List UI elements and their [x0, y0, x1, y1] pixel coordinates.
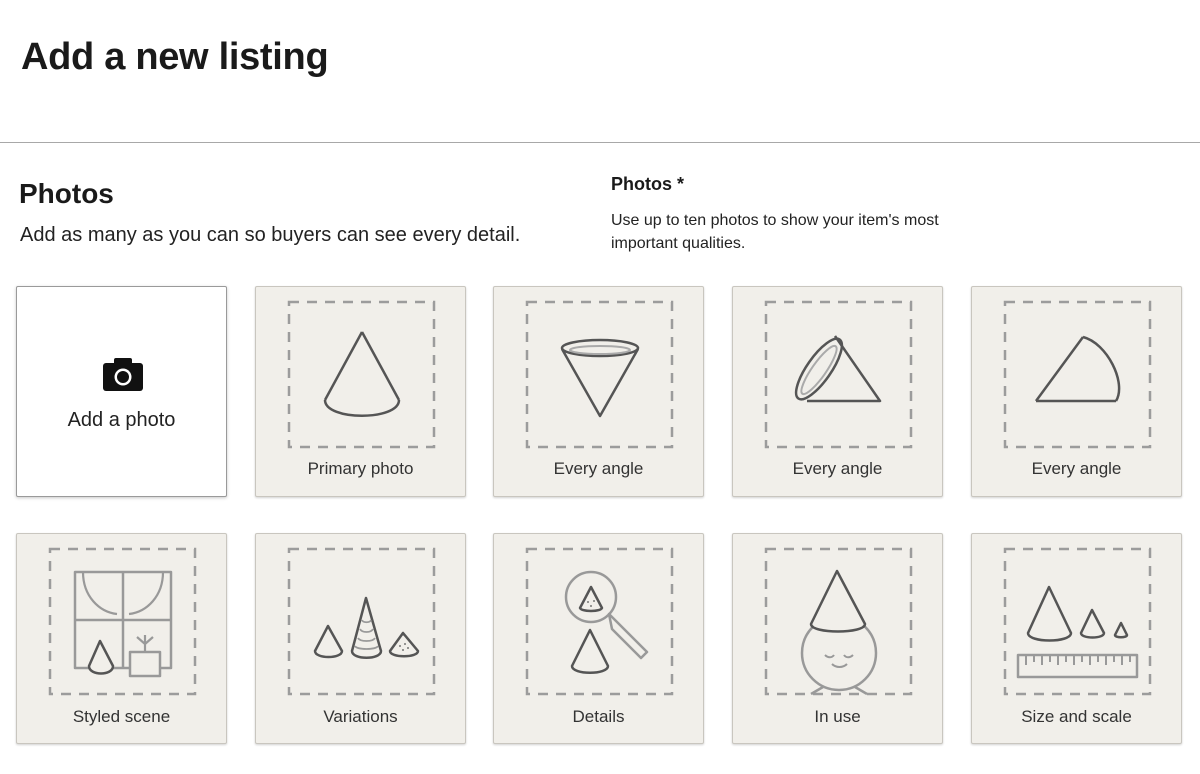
slot-label: Details	[572, 707, 625, 726]
cone-upright-icon	[323, 331, 401, 417]
slot-label: Every angle	[792, 459, 883, 478]
photo-slot-angle-3[interactable]: Every angle	[971, 286, 1182, 497]
photo-slot-primary[interactable]: Primary photo	[255, 286, 466, 497]
slot-label: Styled scene	[72, 707, 171, 726]
cone-hat-face-icon	[800, 569, 878, 696]
cone-variations-icon	[313, 596, 420, 659]
photos-section-subtitle: Add as many as you can so buyers can see…	[20, 224, 521, 246]
cone-inverted-icon	[560, 338, 640, 418]
slot-label: Every angle	[1031, 459, 1122, 478]
photo-slot-in-use[interactable]: In use	[732, 533, 943, 744]
add-photo-button[interactable]: Add a photo	[16, 286, 227, 497]
add-photo-label: Add a photo	[67, 409, 176, 431]
cone-side-icon	[1034, 335, 1121, 403]
slot-label: Every angle	[553, 459, 644, 478]
slot-label: In use	[814, 707, 861, 726]
magnifier-detail-icon	[564, 570, 649, 674]
photo-slot-angle-1[interactable]: Every angle	[493, 286, 704, 497]
slot-label: Variations	[323, 707, 398, 726]
window-scene-icon	[73, 570, 173, 678]
photos-section-heading: Photos	[19, 178, 114, 209]
photo-slot-size-scale[interactable]: Size and scale	[971, 533, 1182, 744]
ruler-scale-icon	[1016, 585, 1139, 679]
header-divider	[0, 142, 1200, 143]
camera-icon	[103, 358, 143, 391]
photo-slot-variations[interactable]: Variations	[255, 533, 466, 744]
cone-tilted-icon	[794, 335, 882, 403]
slot-label: Size and scale	[1021, 707, 1132, 726]
photos-field-help: Use up to ten photos to show your item's…	[611, 212, 939, 252]
photos-field-label: Photos *	[611, 174, 685, 194]
photo-slot-details[interactable]: Details	[493, 533, 704, 744]
photo-slot-angle-2[interactable]: Every angle	[732, 286, 943, 497]
photo-slot-styled-scene[interactable]: Styled scene	[16, 533, 227, 744]
slot-label: Primary photo	[307, 459, 414, 478]
page-title: Add a new listing	[21, 36, 329, 78]
